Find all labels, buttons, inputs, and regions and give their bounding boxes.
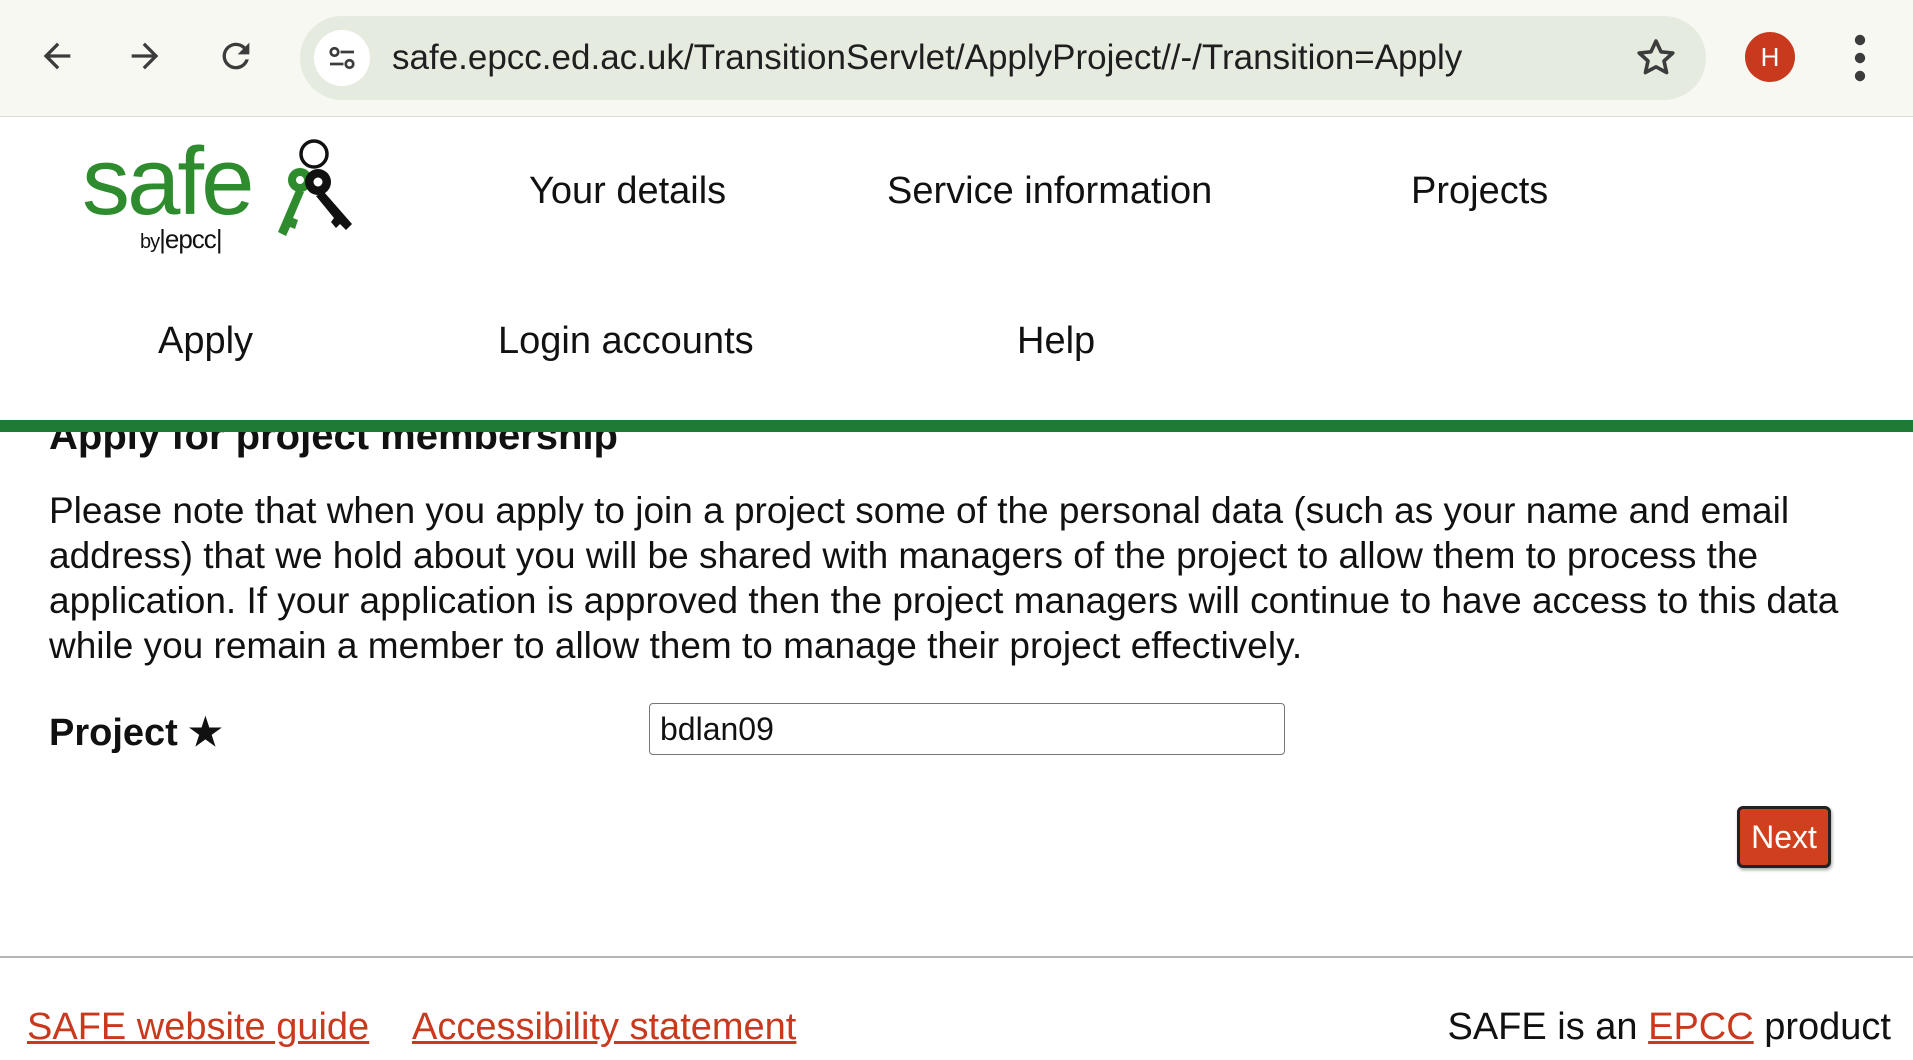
back-arrow-icon [43,42,71,70]
reload-button[interactable] [206,26,266,86]
footer-tagline-prefix: SAFE is an [1447,1006,1649,1048]
site-info-icon [329,46,355,70]
logo-org-text: epcc [164,224,217,254]
project-field-label: Project ★ [49,712,223,754]
url-text[interactable]: safe.epcc.ed.ac.uk/TransitionServlet/App… [392,16,1462,100]
kebab-menu-icon[interactable] [1840,30,1880,86]
footer-link-epcc[interactable]: EPCC [1648,1006,1754,1048]
nav-item-help[interactable]: Help [1017,320,1095,363]
footer-link-website-guide[interactable]: SAFE website guide [27,1006,369,1049]
nav-item-your-details[interactable]: Your details [529,170,726,213]
nav-item-service-information[interactable]: Service information [887,170,1212,213]
forward-arrow-icon [131,42,159,70]
back-button[interactable] [27,26,87,86]
bookmark-star-icon[interactable] [1632,34,1680,82]
safe-logo[interactable]: safe by|epcc| [82,132,352,262]
footer-tagline-suffix: product [1753,1006,1891,1048]
site-info-button[interactable] [314,30,370,86]
next-button[interactable]: Next [1737,806,1831,868]
logo-byline: by|epcc| [140,224,223,254]
privacy-notice: Please note that when you apply to join … [49,490,1839,666]
logo-wordmark: safe [82,128,254,235]
forward-button[interactable] [115,26,175,86]
nav-item-apply[interactable]: Apply [158,320,253,363]
browser-toolbar: safe.epcc.ed.ac.uk/TransitionServlet/App… [0,0,1913,117]
footer-tagline: SAFE is an EPCC product [1447,1006,1891,1049]
profile-avatar[interactable]: H [1745,32,1795,82]
nav-item-projects[interactable]: Projects [1411,170,1548,213]
nav-item-login-accounts[interactable]: Login accounts [498,320,754,363]
header-divider [0,420,1913,432]
project-input[interactable] [649,703,1285,755]
address-bar[interactable]: safe.epcc.ed.ac.uk/TransitionServlet/App… [300,16,1706,100]
footer-link-accessibility[interactable]: Accessibility statement [412,1006,796,1049]
footer-divider [0,956,1913,958]
logo-by-text: by [140,231,160,253]
keys-icon [278,139,352,236]
reload-icon [222,42,250,70]
